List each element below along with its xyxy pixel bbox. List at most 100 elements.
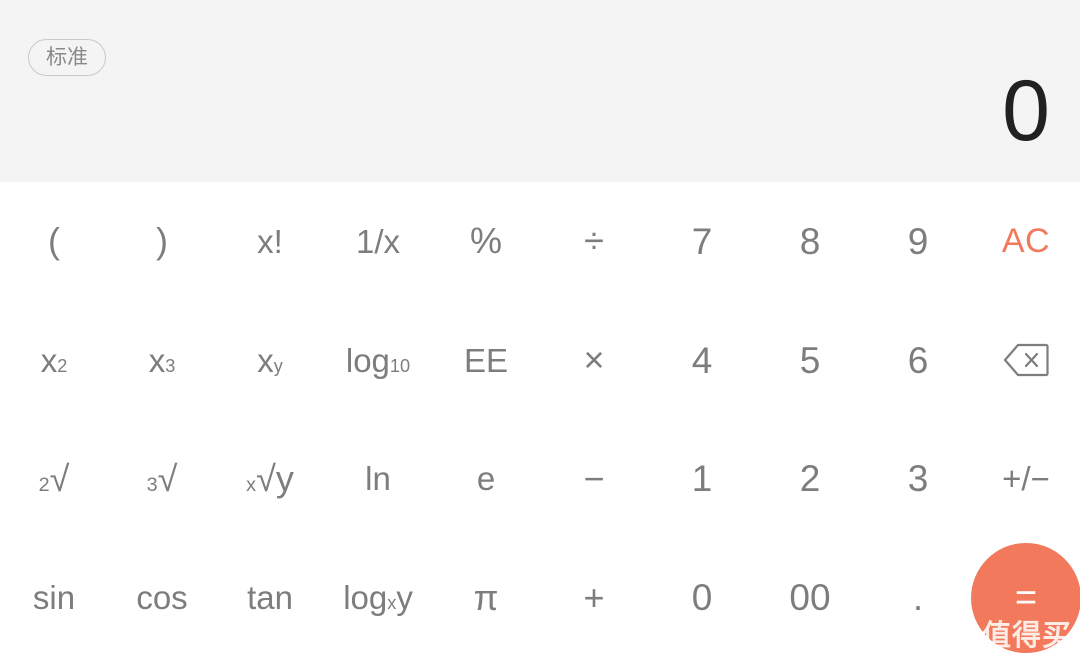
key-label-sine: sin [33,581,75,614]
key-label-digit-2: 2 [800,460,821,497]
key-label-open-paren: ( [48,223,60,259]
key-label-subtract: − [583,460,604,497]
key-base-digit-4: 4 [691,339,713,381]
key-square-root[interactable]: 2 √ [0,420,108,539]
key-base-log-10: log [345,341,390,379]
key-digit-4[interactable]: 4 [648,301,756,420]
equals-button-circle[interactable]: = [971,542,1080,653]
key-tangent[interactable]: tan [216,538,324,657]
key-add[interactable]: + [540,538,648,657]
key-decimal[interactable]: . [864,538,972,657]
key-label-factorial: x! [257,225,283,258]
key-label-tangent: tan [247,581,293,614]
key-power-y[interactable]: xy [216,301,324,420]
key-base-digit-0: 0 [691,577,713,619]
key-digit-00[interactable]: 00 [756,538,864,657]
key-digit-3[interactable]: 3 [864,420,972,539]
key-log-10[interactable]: log 10 [324,301,432,420]
key-sign-toggle[interactable]: +/− [972,420,1080,539]
key-cube[interactable]: x3 [108,301,216,420]
key-label-digit-4: 4 [692,342,713,379]
key-percent[interactable]: % [432,182,540,301]
key-label-digit-8: 8 [800,223,821,260]
key-natural-log[interactable]: ln [324,420,432,539]
key-square[interactable]: x2 [0,301,108,420]
key-euler-e[interactable]: e [432,420,540,539]
key-base-digit-3: 3 [907,458,929,500]
key-base-log-base-x: log [343,579,388,617]
key-base-cube-root: √ [157,457,178,499]
key-base-percent: % [469,220,502,262]
key-sine[interactable]: sin [0,538,108,657]
key-base-cube: x [148,341,166,379]
key-base-digit-6: 6 [907,339,929,381]
key-log-base-x[interactable]: log x y [324,538,432,657]
key-suffix-log-base-x: y [396,579,413,617]
key-label-digit-3: 3 [908,460,929,497]
key-equals[interactable]: = [971,538,1080,657]
key-base-close-paren: ) [156,220,168,262]
key-reciprocal[interactable]: 1/x [324,182,432,301]
key-nth-root[interactable]: x √y [216,420,324,539]
key-label-exponent-ee: EE [464,344,508,377]
calculator-app: 标准 0 () x! 1/x% ÷ 7 8 9 AC x 2 x 3 x y log 10 EE × 4 5 6 2 √ 3 √… [0,0,1080,657]
key-label-cosine: cos [136,581,187,614]
key-multiply[interactable]: × [540,301,648,420]
key-subtract[interactable]: − [540,420,648,539]
key-base-digit-2: 2 [799,458,821,500]
key-label-natural-log: ln [365,462,391,495]
key-digit-9[interactable]: 9 [864,182,972,301]
key-label-digit-5: 5 [800,342,821,379]
key-digit-1[interactable]: 1 [648,420,756,539]
key-label-divide: ÷ [584,223,604,259]
key-cosine[interactable]: cos [108,538,216,657]
key-digit-7[interactable]: 7 [648,182,756,301]
key-base-digit-7: 7 [691,220,713,262]
key-base-square-root: √ [49,457,70,499]
key-base-tangent: tan [247,579,293,617]
key-base-sign-toggle: +/− [1002,460,1050,498]
key-digit-2[interactable]: 2 [756,420,864,539]
key-base-multiply: × [583,339,605,381]
key-close-paren[interactable]: ) [108,182,216,301]
key-base-all-clear: AC [1001,222,1051,261]
key-all-clear[interactable]: AC [972,182,1080,301]
key-pi[interactable]: π [432,538,540,657]
key-divide[interactable]: ÷ [540,182,648,301]
key-label-log-10: log 10 [345,341,411,379]
key-digit-6[interactable]: 6 [864,301,972,420]
key-label-digit-0: 0 [692,579,713,616]
key-label-digit-9: 9 [908,223,929,260]
key-label-add: + [583,579,604,616]
key-label-log-base-x: log x y [343,579,413,617]
mode-pill-standard[interactable]: 标准 [28,39,106,76]
key-base-reciprocal: 1/x [355,222,401,260]
key-label-nth-root: x √y [246,457,294,499]
keypad: () x! 1/x% ÷ 7 8 9 AC x 2 x 3 x y log 10 EE × 4 5 6 2 √ 3 √ x √y ln… [0,182,1080,657]
key-base-euler-e: e [476,460,496,498]
key-base-open-paren: ( [48,220,60,262]
key-backspace[interactable] [972,301,1080,420]
key-base-digit-9: 9 [907,220,929,262]
key-digit-5[interactable]: 5 [756,301,864,420]
key-label-multiply: × [583,342,604,378]
key-cube-root[interactable]: 3 √ [108,420,216,539]
key-base-digit-8: 8 [799,220,821,262]
key-base-sine: sin [32,579,76,617]
key-label-cube-root: 3 √ [146,457,178,499]
key-factorial[interactable]: x! [216,182,324,301]
key-label-square-root: 2 √ [38,457,70,499]
key-base-digit-1: 1 [691,458,713,500]
key-base-natural-log: ln [365,460,391,498]
key-base-square: x [40,341,58,379]
key-label-all-clear: AC [1002,224,1050,258]
key-base-exponent-ee: EE [463,341,509,379]
key-label-cube: x3 [148,341,176,379]
key-digit-8[interactable]: 8 [756,182,864,301]
key-exponent-ee[interactable]: EE [432,301,540,420]
key-label-pi: π [474,579,499,616]
display-value: 0 [1002,63,1050,159]
key-digit-0[interactable]: 0 [648,538,756,657]
key-base-decimal: . [912,576,923,618]
key-open-paren[interactable]: ( [0,182,108,301]
